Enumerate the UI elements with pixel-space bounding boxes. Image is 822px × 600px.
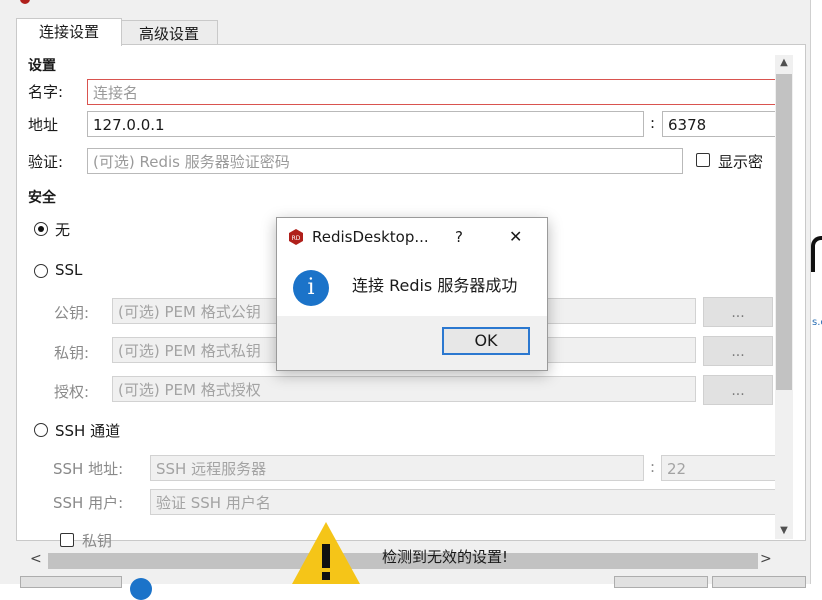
scroll-down-arrow[interactable]: ▼ (775, 525, 793, 536)
ssh-tunnel-label: SSH 通道 (55, 422, 121, 440)
redis-icon: RD (289, 229, 303, 245)
ssh-address-label: SSH 地址: (53, 460, 124, 478)
public-key-label: 公钥: (54, 304, 90, 322)
ssh-tunnel-radio[interactable] (34, 423, 48, 437)
address-label: 地址 (28, 116, 59, 134)
security-none-radio[interactable] (34, 222, 48, 236)
security-none-label: 无 (55, 221, 71, 239)
port-separator: : (650, 114, 656, 132)
bottom-right-button-2[interactable] (712, 576, 806, 588)
dialog-help-button[interactable]: ? (455, 228, 463, 246)
security-section-title: 安全 (28, 190, 56, 206)
auth-label: 验证: (28, 153, 64, 171)
scroll-left-arrow[interactable]: < (30, 551, 42, 567)
dialog-close-button[interactable]: ✕ (509, 227, 522, 246)
auth-password-input[interactable]: (可选) Redis 服务器验证密码 (87, 148, 683, 174)
invalid-settings-message: 检测到无效的设置! (382, 548, 509, 566)
tab-advanced-settings[interactable]: 高级设置 (120, 20, 218, 46)
ssh-port-separator: : (650, 458, 656, 476)
background-link-fragment: s.c (812, 317, 822, 328)
scroll-up-arrow[interactable]: ▲ (775, 57, 793, 68)
private-key-label: 私钥: (54, 344, 90, 362)
dialog-message: 连接 Redis 服务器成功 (352, 276, 518, 295)
private-key-browse-button[interactable]: ... (703, 336, 773, 366)
settings-section-title: 设置 (28, 58, 56, 74)
background-app-fragment (811, 236, 822, 272)
scroll-right-arrow[interactable]: > (760, 551, 772, 567)
ssh-port-input[interactable]: 22 (661, 455, 776, 481)
name-input[interactable]: 连接名 (87, 79, 777, 105)
ssh-user-label: SSH 用户: (53, 494, 124, 512)
ssh-private-key-checkbox[interactable] (60, 533, 74, 547)
authority-label: 授权: (54, 383, 90, 401)
ok-button[interactable]: OK (442, 327, 530, 355)
info-icon-small (130, 578, 152, 600)
show-password-label: 显示密 (718, 153, 764, 171)
tab-connection-settings[interactable]: 连接设置 (16, 18, 122, 46)
connection-success-dialog: RD RedisDesktop... ? ✕ i 连接 Redis 服务器成功 … (276, 217, 548, 371)
svg-text:RD: RD (292, 235, 301, 242)
authority-browse-button[interactable]: ... (703, 375, 773, 405)
app-icon (20, 0, 30, 4)
port-input[interactable]: 6378 (662, 111, 777, 137)
show-password-checkbox[interactable] (696, 153, 710, 167)
name-label: 名字: (28, 83, 64, 101)
vertical-scrollbar-thumb[interactable] (776, 74, 792, 390)
ssh-private-key-label: 私钥 (82, 532, 113, 550)
bottom-right-button-1[interactable] (614, 576, 708, 588)
public-key-browse-button[interactable]: ... (703, 297, 773, 327)
address-input[interactable]: 127.0.0.1 (87, 111, 644, 137)
ssl-radio[interactable] (34, 264, 48, 278)
dialog-title: RedisDesktop... (312, 228, 429, 246)
authority-input[interactable]: (可选) PEM 格式授权 (112, 376, 696, 402)
warning-icon (292, 522, 360, 584)
ssh-address-input[interactable]: SSH 远程服务器 (150, 455, 644, 481)
ssh-user-input[interactable]: 验证 SSH 用户名 (150, 489, 776, 515)
ssl-label: SSL (55, 261, 83, 279)
info-icon: i (293, 270, 329, 306)
bottom-left-button[interactable] (20, 576, 122, 588)
